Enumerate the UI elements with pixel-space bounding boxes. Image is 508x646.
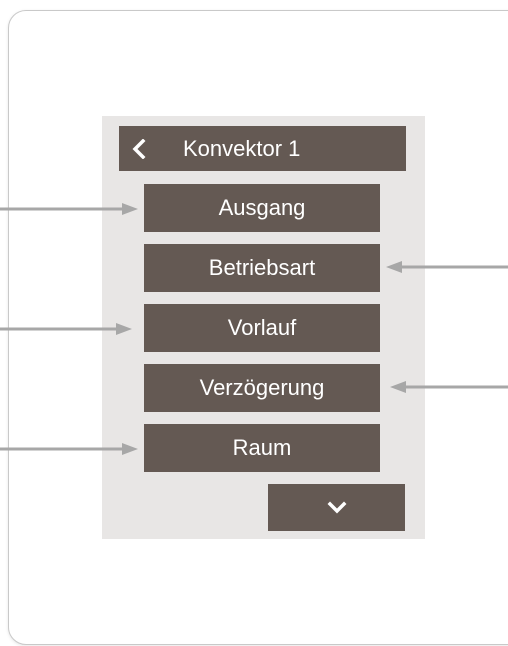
menu-item-label: Raum — [232, 435, 292, 460]
chevron-left-icon[interactable] — [119, 126, 159, 171]
page-title: Konvektor 1 — [183, 135, 301, 161]
pointer-arrow-right-icon — [0, 443, 138, 455]
menu-item-betriebsart[interactable]: Betriebsart — [144, 244, 380, 292]
menu-item-label: Betriebsart — [208, 255, 316, 280]
menu-item-label: Vorlauf — [227, 315, 297, 340]
menu-item-raum[interactable]: Raum — [144, 424, 380, 472]
menu-item-verzoegerung[interactable]: Verzögerung — [144, 364, 380, 412]
pointer-arrow-right-icon — [0, 323, 132, 335]
pointer-arrow-right-icon — [0, 203, 138, 215]
menu-item-vorlauf[interactable]: Vorlauf — [144, 304, 380, 352]
pointer-arrow-left-icon — [390, 381, 508, 393]
scroll-down-button[interactable] — [268, 484, 405, 531]
stage: Konvektor 1 Ausgang Betriebsart Vorlauf … — [0, 0, 508, 646]
menu-item-label: Ausgang — [218, 195, 306, 220]
chevron-down-icon — [327, 501, 346, 513]
menu-item-ausgang[interactable]: Ausgang — [144, 184, 380, 232]
pointer-arrow-left-icon — [386, 261, 508, 273]
menu-item-label: Verzögerung — [199, 375, 325, 400]
title-bar: Konvektor 1 — [119, 126, 406, 171]
